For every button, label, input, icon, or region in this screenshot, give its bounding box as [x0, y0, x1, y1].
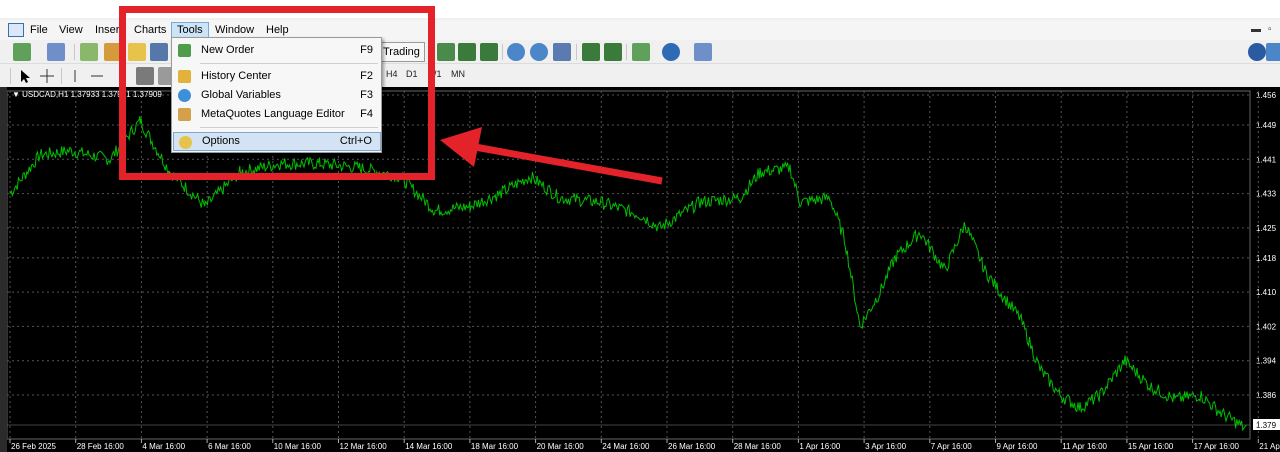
time-tick-label: 15 Apr 16:00 — [1128, 442, 1174, 451]
annotation-highlight-box — [119, 6, 435, 180]
price-tick-label: 1.433 — [1256, 190, 1277, 199]
bar-chart-icon[interactable] — [437, 43, 455, 61]
chat-icon[interactable] — [1266, 43, 1280, 61]
zoom-out-icon[interactable] — [530, 43, 548, 61]
price-tick-label: 1.402 — [1256, 322, 1277, 331]
search-icon[interactable] — [1248, 43, 1266, 61]
time-tick-label: 14 Mar 16:00 — [405, 442, 453, 451]
time-tick-label: 11 Apr 16:00 — [1062, 442, 1107, 451]
time-tick-label: 12 Mar 16:00 — [340, 442, 388, 451]
horizontal-line-icon[interactable] — [88, 67, 106, 85]
minimize-icon[interactable]: ▬ — [1251, 24, 1261, 35]
toolbar-separator — [626, 44, 627, 60]
profiles-icon[interactable] — [47, 43, 65, 61]
periods-icon[interactable] — [662, 43, 680, 61]
toolbar-separator — [576, 44, 577, 60]
time-tick-label: 26 Mar 16:00 — [668, 442, 716, 451]
time-tick-label: 24 Mar 16:00 — [602, 442, 650, 451]
timeframe-mn[interactable]: MN — [451, 69, 465, 79]
tile-windows-icon[interactable] — [553, 43, 571, 61]
templates-icon[interactable] — [694, 43, 712, 61]
zoom-in-icon[interactable] — [507, 43, 525, 61]
time-tick-label: 6 Mar 16:00 — [208, 442, 251, 451]
price-tick-label: 1.441 — [1256, 155, 1277, 164]
line-chart-icon[interactable] — [480, 43, 498, 61]
menu-view[interactable]: View — [54, 22, 88, 39]
price-tick-label: 1.456 — [1256, 91, 1277, 100]
market-watch-icon[interactable] — [80, 43, 98, 61]
time-tick-label: 4 Mar 16:00 — [142, 442, 185, 451]
time-tick-label: 7 Apr 16:00 — [931, 442, 972, 451]
price-tick-label: 1.425 — [1256, 224, 1277, 233]
auto-scroll-icon[interactable] — [604, 43, 622, 61]
toolbar-separator — [74, 44, 75, 60]
crosshair-icon[interactable] — [38, 67, 56, 85]
vertical-line-icon[interactable] — [66, 67, 84, 85]
time-tick-label: 17 Apr 16:00 — [1194, 442, 1240, 451]
time-tick-label: 26 Feb 2025 — [11, 442, 56, 451]
toolbar-separator — [61, 68, 62, 84]
restore-icon[interactable]: ▫ — [1268, 24, 1272, 35]
current-price-label: 1.379 — [1256, 421, 1277, 430]
time-tick-label: 18 Mar 16:00 — [471, 442, 519, 451]
price-tick-label: 1.410 — [1256, 288, 1277, 297]
time-tick-label: 1 Apr 16:00 — [799, 442, 840, 451]
chart-shift-icon[interactable] — [582, 43, 600, 61]
app-icon — [8, 23, 24, 37]
time-tick-label: 28 Mar 16:00 — [734, 442, 782, 451]
indicators-icon[interactable] — [632, 43, 650, 61]
new-chart-icon[interactable] — [13, 43, 31, 61]
price-tick-label: 1.394 — [1256, 357, 1277, 366]
price-tick-label: 1.418 — [1256, 254, 1277, 263]
time-tick-label: 21 Apr 1 — [1259, 442, 1280, 451]
menu-file[interactable]: File — [25, 22, 53, 39]
time-tick-label: 20 Mar 16:00 — [537, 442, 585, 451]
candlesticks-icon[interactable] — [458, 43, 476, 61]
chart-left-gutter — [0, 87, 7, 452]
time-tick-label: 28 Feb 16:00 — [77, 442, 125, 451]
time-tick-label: 10 Mar 16:00 — [274, 442, 322, 451]
time-tick-label: 3 Apr 16:00 — [865, 442, 906, 451]
price-tick-label: 1.386 — [1256, 391, 1277, 400]
time-tick-label: 9 Apr 16:00 — [997, 442, 1038, 451]
price-tick-label: 1.449 — [1256, 121, 1277, 130]
toolbar-separator — [502, 44, 503, 60]
toolbar-separator — [10, 68, 11, 84]
cursor-icon[interactable] — [16, 67, 34, 85]
